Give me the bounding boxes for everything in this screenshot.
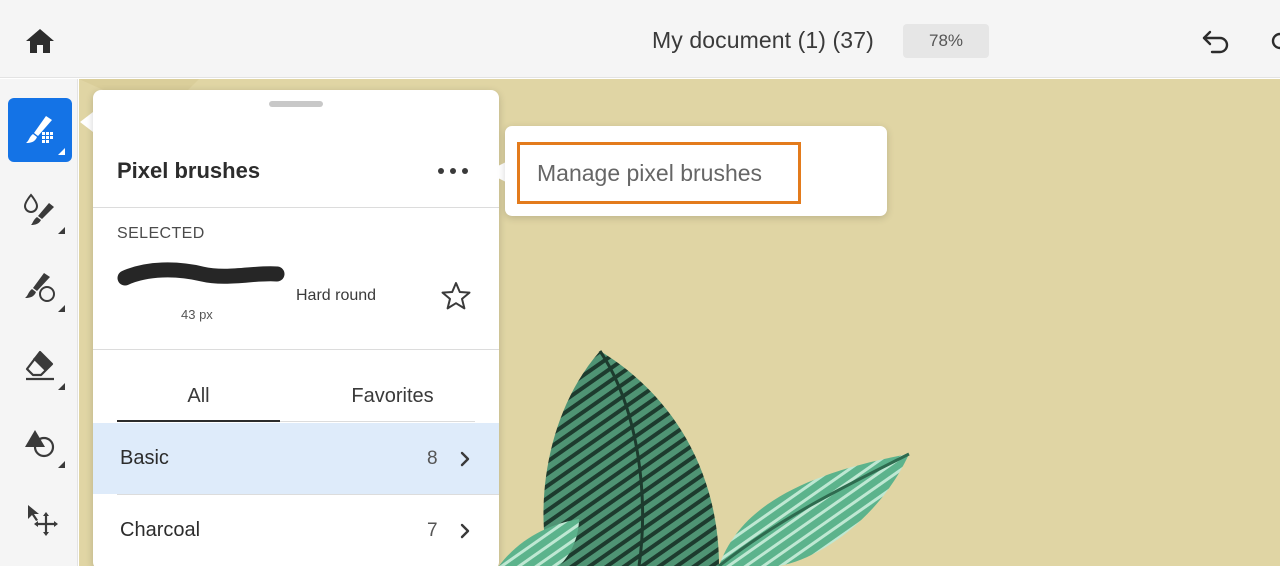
panel-drag-handle[interactable] [269, 101, 323, 107]
pixel-brush-tool[interactable] [8, 98, 72, 162]
tab-all[interactable]: All [117, 370, 280, 422]
submenu-indicator [58, 227, 65, 234]
chevron-right-icon [458, 521, 472, 541]
pixel-brush-icon [26, 116, 53, 143]
undo-icon [1202, 30, 1229, 54]
panel-pointer [80, 112, 93, 132]
home-icon [26, 29, 54, 53]
redo-button[interactable] [1268, 24, 1280, 58]
list-item-charcoal[interactable]: Charcoal 7 [93, 495, 499, 566]
pixel-brushes-panel: Pixel brushes SELECTED 43 px Hard round … [93, 90, 499, 566]
zoom-level-button[interactable]: 78% [903, 24, 989, 58]
list-item-basic[interactable]: Basic 8 [93, 423, 499, 494]
brush-stroke-preview [117, 262, 285, 286]
submenu-indicator [58, 305, 65, 312]
favorite-button[interactable] [439, 279, 473, 313]
panel-divider [93, 207, 499, 208]
submenu-indicator [58, 461, 65, 468]
more-options-button[interactable] [431, 156, 475, 186]
undo-button[interactable] [1196, 24, 1236, 58]
document-title[interactable]: My document (1) (37) [652, 27, 874, 54]
active-tab-indicator [117, 420, 280, 422]
brush-size-label: 43 px [181, 307, 213, 322]
category-count: 7 [427, 519, 438, 541]
move-tool[interactable] [8, 487, 72, 551]
eraser-tool[interactable] [8, 333, 72, 397]
home-button[interactable] [20, 24, 60, 58]
category-name: Basic [120, 447, 169, 469]
left-toolbar [0, 79, 78, 566]
eraser-icon [25, 350, 54, 381]
more-options-popover: Manage pixel brushes [505, 126, 887, 216]
mixer-brush-tool[interactable] [8, 255, 72, 319]
brush-name-label: Hard round [296, 287, 377, 304]
shape-icon [25, 430, 55, 458]
chevron-right-icon [458, 449, 472, 469]
tab-favorites[interactable]: Favorites [311, 370, 474, 422]
watercolor-brush-tool[interactable] [8, 177, 72, 241]
more-horizontal-icon [438, 168, 468, 174]
redo-icon [1271, 32, 1280, 50]
star-outline-icon [441, 282, 471, 310]
move-icon [28, 505, 58, 536]
top-bar: My document (1) (37) 78% [0, 0, 1280, 78]
watercolor-brush-icon [23, 193, 54, 225]
mixer-brush-icon [25, 273, 55, 302]
shape-tool[interactable] [8, 411, 72, 475]
panel-title: Pixel brushes [117, 158, 261, 183]
popover-pointer [486, 162, 506, 182]
manage-pixel-brushes-menu-item[interactable]: Manage pixel brushes [517, 142, 801, 204]
submenu-indicator [58, 148, 65, 155]
category-name: Charcoal [120, 519, 201, 541]
category-count: 8 [427, 447, 438, 469]
submenu-indicator [58, 383, 65, 390]
panel-divider [93, 349, 499, 350]
selected-section-label: SELECTED [117, 225, 205, 242]
